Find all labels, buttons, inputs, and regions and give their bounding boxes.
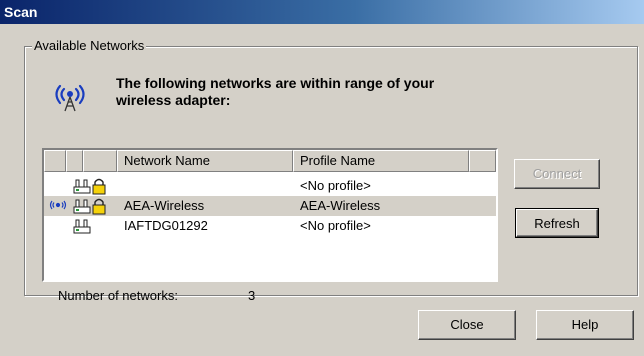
header-message: The following networks are within range … — [116, 75, 536, 109]
row-network-name: AEA-Wireless — [124, 198, 205, 213]
row-status-icons — [73, 219, 91, 234]
title-bar[interactable]: Scan — [0, 0, 644, 24]
row-network-name: IAFTDG01292 — [124, 218, 208, 233]
scan-dialog: Available Networks The following network… — [0, 24, 644, 356]
close-button[interactable]: Close — [418, 310, 516, 340]
header-line-1: The following networks are within range … — [116, 75, 435, 91]
padlock-icon — [92, 178, 106, 195]
connect-button[interactable]: Connect — [514, 159, 600, 189]
row-profile-name: AEA-Wireless — [300, 198, 381, 213]
column-header-security[interactable] — [83, 150, 117, 172]
refresh-button[interactable]: Refresh — [515, 208, 599, 238]
column-header-profile-name[interactable]: Profile Name — [293, 150, 469, 172]
help-button[interactable]: Help — [536, 310, 634, 340]
row-profile-name: <No profile> — [300, 218, 371, 233]
wireless-signal-icon — [55, 84, 85, 112]
group-legend: Available Networks — [32, 38, 147, 54]
header-line-2: wireless adapter: — [116, 92, 231, 108]
network-computer-icon — [73, 199, 91, 214]
networks-list[interactable]: Network Name Profile Name <No profile> A… — [42, 148, 498, 282]
column-header-extra[interactable] — [469, 150, 496, 172]
window-title: Scan — [4, 4, 38, 20]
row-status-icons — [73, 178, 106, 195]
network-computer-icon — [73, 179, 91, 194]
network-count-label: Number of networks: — [58, 288, 178, 303]
padlock-icon — [92, 198, 106, 215]
network-count-value: 3 — [248, 288, 256, 303]
list-row-1[interactable]: <No profile> — [44, 176, 496, 196]
column-header-signal[interactable] — [66, 150, 83, 172]
column-header-network-name[interactable]: Network Name — [117, 150, 293, 172]
list-row-3[interactable]: IAFTDG01292 <No profile> — [44, 216, 496, 236]
row-status-icons — [49, 198, 106, 215]
list-header: Network Name Profile Name — [44, 150, 496, 172]
network-computer-icon — [73, 219, 91, 234]
column-header-status[interactable] — [44, 150, 66, 172]
row-profile-name: <No profile> — [300, 178, 371, 193]
list-row-2[interactable]: AEA-Wireless AEA-Wireless — [44, 196, 496, 216]
wireless-signal-small-icon — [49, 200, 67, 210]
